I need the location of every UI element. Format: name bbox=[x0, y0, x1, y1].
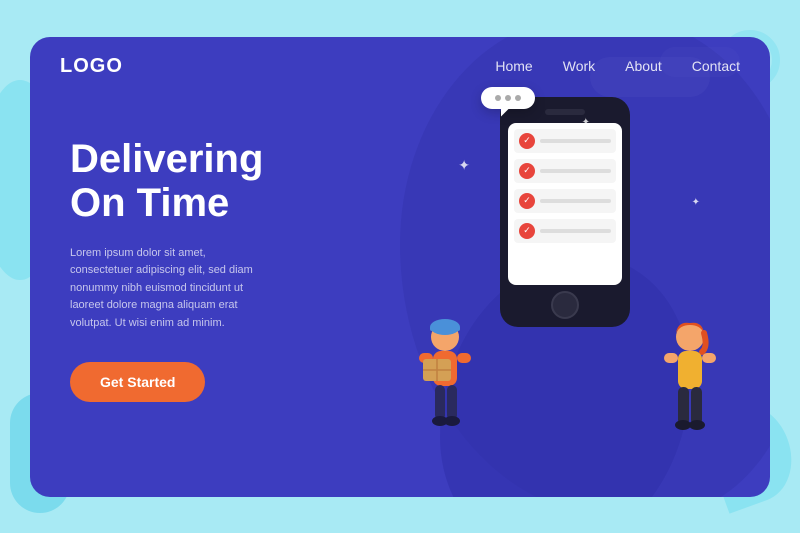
checklist-item-3: ✓ bbox=[514, 189, 616, 213]
nav-item-work[interactable]: Work bbox=[563, 58, 595, 76]
phone-home-button bbox=[551, 291, 579, 319]
main-card: LOGO Home Work About Contact Delivering … bbox=[30, 37, 770, 497]
checklist-item-4: ✓ bbox=[514, 219, 616, 243]
check-icon-3: ✓ bbox=[519, 193, 535, 209]
hero-subtext: Lorem ipsum dolor sit amet, consectetuer… bbox=[70, 245, 270, 333]
cta-button[interactable]: Get Started bbox=[70, 362, 205, 402]
customer-figure bbox=[650, 317, 730, 457]
navbar: LOGO Home Work About Contact bbox=[30, 37, 770, 97]
phone-illustration: ✓ ✓ ✓ ✓ bbox=[500, 97, 630, 327]
sparkle-3: ✦ bbox=[692, 197, 700, 208]
nav-item-home[interactable]: Home bbox=[495, 58, 532, 76]
hero-content: Delivering On Time Lorem ipsum dolor sit… bbox=[70, 137, 350, 403]
logo: LOGO bbox=[60, 55, 123, 78]
phone-screen: ✓ ✓ ✓ ✓ bbox=[508, 123, 622, 285]
check-line-3 bbox=[540, 199, 611, 203]
check-line-2 bbox=[540, 169, 611, 173]
check-icon-2: ✓ bbox=[519, 163, 535, 179]
sparkle-1: ✦ bbox=[458, 157, 470, 174]
check-icon-1: ✓ bbox=[519, 133, 535, 149]
check-line-1 bbox=[540, 139, 611, 143]
nav-links: Home Work About Contact bbox=[495, 58, 740, 76]
nav-item-about[interactable]: About bbox=[625, 58, 662, 76]
nav-link-contact[interactable]: Contact bbox=[692, 58, 740, 74]
checklist-item-1: ✓ bbox=[514, 129, 616, 153]
phone-notch bbox=[545, 109, 585, 115]
checklist-item-2: ✓ bbox=[514, 159, 616, 183]
nav-link-about[interactable]: About bbox=[625, 58, 662, 74]
nav-link-home[interactable]: Home bbox=[495, 58, 532, 74]
sparkle-2: ✦ bbox=[582, 117, 590, 128]
check-line-4 bbox=[540, 229, 611, 233]
nav-item-contact[interactable]: Contact bbox=[692, 58, 740, 76]
courier-figure bbox=[405, 317, 485, 457]
check-icon-4: ✓ bbox=[519, 223, 535, 239]
nav-link-work[interactable]: Work bbox=[563, 58, 595, 74]
hero-headline: Delivering On Time bbox=[70, 137, 350, 225]
